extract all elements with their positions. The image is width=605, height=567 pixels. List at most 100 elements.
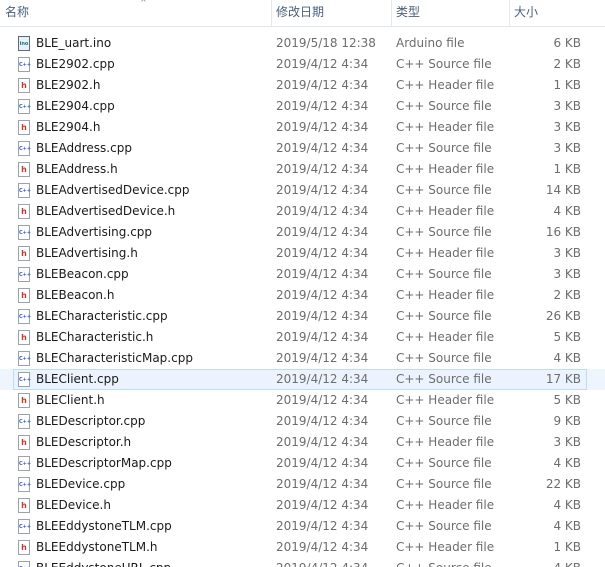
- file-icon-glyph: h: [21, 123, 27, 132]
- file-name: BLE2904.cpp: [36, 99, 115, 113]
- file-type: C++ Header file: [396, 78, 495, 92]
- file-icon-glyph: C++: [19, 104, 32, 110]
- file-row[interactable]: C++ BLEBeacon.cpp 2019/4/12 4:34 C++ Source…: [0, 264, 605, 285]
- file-row[interactable]: C++ BLEAdvertising.cpp 2019/4/12 4:34 C++ S…: [0, 222, 605, 243]
- file-modified-date: 2019/4/12 4:34: [276, 372, 369, 386]
- file-type: C++ Header file: [396, 120, 495, 134]
- file-modified-date: 2019/4/12 4:34: [276, 57, 369, 71]
- file-row[interactable]: C++ BLEAddress.cpp 2019/4/12 4:34 C++ Sourc…: [0, 138, 605, 159]
- file-modified-date: 2019/4/12 4:34: [276, 225, 369, 239]
- file-row[interactable]: C++ BLECharacteristic.cpp 2019/4/12 4:34 C+…: [0, 306, 605, 327]
- file-modified-date: 2019/4/12 4:34: [276, 288, 369, 302]
- file-name: BLEAdvertising.cpp: [36, 225, 153, 239]
- file-row[interactable]: C++ BLEEddystoneTLM.cpp 2019/4/12 4:34 C++ …: [0, 516, 605, 537]
- file-row[interactable]: C++ BLEClient.cpp 2019/4/12 4:34 C++ Source…: [0, 369, 605, 390]
- file-row[interactable]: C++ BLEEddystoneURL.cpp 2019/4/12 4:34 C++ …: [0, 558, 605, 567]
- file-type: C++ Header file: [396, 204, 495, 218]
- file-modified-date: 2019/5/18 12:38: [276, 36, 376, 50]
- file-icon-glyph: C++: [19, 482, 32, 488]
- file-name: BLE_uart.ino: [36, 36, 112, 50]
- file-row[interactable]: C++ BLEDevice.cpp 2019/4/12 4:34 C++ Source…: [0, 474, 605, 495]
- file-name: BLEAddress.cpp: [36, 141, 132, 155]
- file-modified-date: 2019/4/12 4:34: [276, 351, 369, 365]
- header-file-icon: h: [18, 246, 30, 261]
- column-header-size[interactable]: 大小: [509, 0, 605, 26]
- file-size: 5 KB: [553, 330, 581, 344]
- file-row[interactable]: h BLEDescriptor.h 2019/4/12 4:34 C++ Header…: [0, 432, 605, 453]
- file-size: 14 KB: [545, 183, 581, 197]
- file-size: 26 KB: [545, 309, 581, 323]
- file-modified-date: 2019/4/12 4:34: [276, 204, 369, 218]
- file-size: 5 KB: [553, 393, 581, 407]
- file-row[interactable]: C++ BLEDescriptor.cpp 2019/4/12 4:34 C++ So…: [0, 411, 605, 432]
- file-name: BLEBeacon.h: [36, 288, 115, 302]
- file-row[interactable]: h BLEAdvertisedDevice.h 2019/4/12 4:34 C++ …: [0, 201, 605, 222]
- file-row[interactable]: h BLEAdvertising.h 2019/4/12 4:34 C++ Heade…: [0, 243, 605, 264]
- file-rows: ino BLE_uart.ino 2019/5/18 12:38 Arduino fi…: [0, 33, 605, 567]
- file-row[interactable]: C++ BLE2904.cpp 2019/4/12 4:34 C++ Source f…: [0, 96, 605, 117]
- cpp-file-icon: C++: [18, 456, 31, 471]
- file-size: 3 KB: [553, 120, 581, 134]
- file-size: 9 KB: [553, 414, 581, 428]
- column-header-type[interactable]: 类型: [391, 0, 509, 26]
- file-row[interactable]: h BLEAddress.h 2019/4/12 4:34 C++ Header fi…: [0, 159, 605, 180]
- file-size: 4 KB: [553, 498, 581, 512]
- file-modified-date: 2019/4/12 4:34: [276, 246, 369, 260]
- cpp-file-icon: C++: [18, 99, 32, 114]
- file-modified-date: 2019/4/12 4:34: [276, 393, 369, 407]
- file-row[interactable]: C++ BLECharacteristicMap.cpp 2019/4/12 4:3…: [0, 348, 605, 369]
- file-name: BLEAdvertising.h: [36, 246, 138, 260]
- file-name: BLEDescriptorMap.cpp: [36, 456, 172, 470]
- file-type: C++ Header file: [396, 435, 495, 449]
- file-size: 16 KB: [545, 225, 581, 239]
- file-size: 3 KB: [553, 267, 581, 281]
- column-header-name[interactable]: 名称: [0, 0, 271, 26]
- file-modified-date: 2019/4/12 4:34: [276, 330, 369, 344]
- file-type: C++ Source file: [396, 558, 492, 567]
- cpp-file-icon: C++: [18, 309, 31, 324]
- header-file-icon: h: [18, 120, 30, 135]
- cpp-file-icon: C++: [18, 519, 31, 534]
- file-icon-glyph: h: [21, 501, 27, 510]
- file-size: 3 KB: [553, 141, 581, 155]
- file-icon-glyph: C++: [19, 419, 32, 425]
- file-name: BLEEddystoneTLM.cpp: [36, 519, 172, 533]
- file-name: BLEAdvertisedDevice.h: [36, 204, 176, 218]
- file-modified-date: 2019/4/12 4:34: [276, 162, 369, 176]
- file-row[interactable]: C++ BLEDescriptorMap.cpp 2019/4/12 4:34 C++…: [0, 453, 605, 474]
- file-row[interactable]: h BLECharacteristic.h 2019/4/12 4:34 C++ He…: [0, 327, 605, 348]
- file-size: 6 KB: [553, 36, 581, 50]
- file-row[interactable]: h BLEEddystoneTLM.h 2019/4/12 4:34 C++ Head…: [0, 537, 605, 558]
- file-size: 3 KB: [553, 99, 581, 113]
- file-row[interactable]: h BLEClient.h 2019/4/12 4:34 C++ Header fil…: [0, 390, 605, 411]
- file-row[interactable]: h BLEDevice.h 2019/4/12 4:34 C++ Header fil…: [0, 495, 605, 516]
- file-name: BLEClient.cpp: [36, 372, 119, 386]
- file-row[interactable]: C++ BLEAdvertisedDevice.cpp 2019/4/12 4:34…: [0, 180, 605, 201]
- file-row[interactable]: h BLEBeacon.h 2019/4/12 4:34 C++ Header fil…: [0, 285, 605, 306]
- file-name: BLEEddystoneTLM.h: [36, 540, 158, 554]
- file-type: C++ Source file: [396, 519, 492, 533]
- file-row[interactable]: h BLE2902.h 2019/4/12 4:34 C++ Header file 1…: [0, 75, 605, 96]
- file-modified-date: 2019/4/12 4:34: [276, 99, 369, 113]
- header-file-icon: h: [18, 540, 30, 555]
- file-row[interactable]: ino BLE_uart.ino 2019/5/18 12:38 Arduino fi…: [0, 33, 605, 54]
- file-size: 1 KB: [553, 540, 581, 554]
- file-name: BLEDevice.cpp: [36, 477, 126, 491]
- cpp-file-icon: C++: [18, 57, 31, 72]
- cpp-file-icon: C++: [18, 351, 32, 366]
- file-name: BLEDescriptor.h: [36, 435, 132, 449]
- file-icon-glyph: h: [21, 165, 27, 174]
- file-type: C++ Source file: [396, 414, 492, 428]
- file-name: BLEEddystoneURL.cpp: [36, 558, 171, 567]
- file-row[interactable]: h BLE2904.h 2019/4/12 4:34 C++ Header file 3…: [0, 117, 605, 138]
- file-icon-glyph: C++: [19, 356, 32, 362]
- file-row[interactable]: C++ BLE2902.cpp 2019/4/12 4:34 C++ Source f…: [0, 54, 605, 75]
- file-type: C++ Header file: [396, 498, 495, 512]
- header-file-icon: h: [18, 78, 30, 93]
- file-modified-date: 2019/4/12 4:34: [276, 78, 369, 92]
- file-type: C++ Source file: [396, 99, 492, 113]
- column-header-date[interactable]: 修改日期: [271, 0, 391, 26]
- file-size: 1 KB: [553, 78, 581, 92]
- file-type: C++ Source file: [396, 372, 492, 386]
- file-icon-glyph: h: [21, 291, 27, 300]
